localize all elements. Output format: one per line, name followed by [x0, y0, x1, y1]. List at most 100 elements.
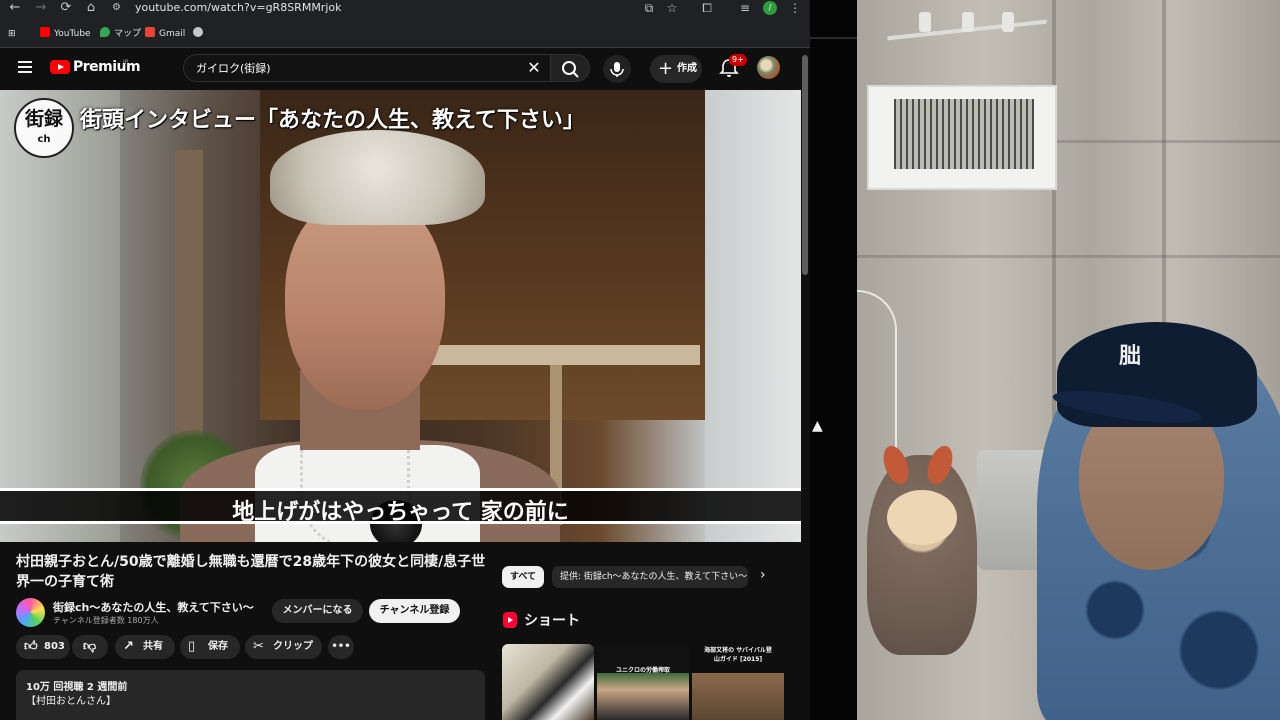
- clip-label: クリップ: [273, 641, 313, 652]
- like-count: 803: [44, 641, 65, 652]
- logo-text: Premium: [73, 59, 141, 75]
- watermark-text: 街録: [24, 108, 63, 130]
- channel-avatar[interactable]: [16, 598, 45, 627]
- shorts-icon: [503, 612, 517, 628]
- air-vent: [867, 85, 1057, 190]
- logo-region: JP: [123, 59, 129, 66]
- media-controls-icon[interactable]: ≡: [736, 0, 754, 16]
- short-caption: 海部又将の サバイバル登山ガイド [2015]: [704, 647, 772, 663]
- cable: [857, 290, 897, 450]
- reload-icon[interactable]: ⟳: [55, 0, 77, 16]
- create-button[interactable]: + 作成: [650, 55, 702, 83]
- webcam-feed: 朏: [857, 0, 1280, 720]
- maps-pin-icon: [100, 27, 110, 37]
- spotlight: [919, 12, 931, 32]
- bookmark-maps[interactable]: マップ: [100, 26, 141, 42]
- save-label: 保存: [208, 641, 228, 652]
- shorts-heading: ショート: [524, 613, 580, 629]
- chip-provider[interactable]: 提供: 街録ch〜あなたの人生、教えて下さい〜: [552, 566, 748, 588]
- bookmark-star-icon[interactable]: ☆: [663, 0, 681, 16]
- clear-search-icon[interactable]: ✕: [524, 58, 544, 78]
- voice-search-button[interactable]: [603, 55, 631, 83]
- description-text: 【村田おとんさん】: [26, 696, 116, 707]
- short-thumbnail-2[interactable]: ユニクロの労働搾取: [597, 644, 689, 720]
- bookmark-youtube[interactable]: YouTube: [40, 26, 91, 42]
- subtitle-band: 地上げがはやっちゃって 家の前に: [0, 488, 801, 525]
- short-thumbnail-3[interactable]: 海部又将の サバイバル登山ガイド [2015]: [692, 644, 784, 720]
- microphone-icon: [610, 62, 624, 77]
- share-arrow-icon: ↗: [123, 639, 134, 654]
- wall-joint: [857, 255, 1280, 258]
- subtitle-text: 地上げがはやっちゃって 家の前に: [232, 500, 569, 525]
- save-playlist-icon: ▯: [188, 639, 196, 654]
- plush-face: [887, 490, 957, 545]
- forward-arrow-icon[interactable]: →: [30, 0, 52, 16]
- video-overlay-title: 街頭インタビュー「あなたの人生、教えて下さい」: [80, 108, 585, 133]
- chip-all[interactable]: すべて: [502, 566, 545, 588]
- account-avatar[interactable]: [757, 56, 780, 79]
- back-arrow-icon[interactable]: ←: [4, 0, 26, 16]
- search-input[interactable]: ガイロク(街録) ✕: [183, 54, 551, 82]
- window-gap-line: [810, 37, 857, 39]
- short-thumbnail-1[interactable]: [502, 644, 594, 720]
- subscribe-button[interactable]: チャンネル登録: [369, 599, 460, 623]
- gmail-icon: [145, 27, 155, 37]
- youtube-play-icon: [50, 60, 70, 74]
- address-bar[interactable]: youtube.com/watch?v=gR8SRMMrjok: [135, 0, 342, 16]
- clip-button[interactable]: ✂ クリップ: [245, 635, 322, 659]
- video-person-face: [285, 195, 445, 410]
- plush-toy: [867, 455, 977, 655]
- browser-toolbar: ← → ⟳ ⌂ ⚙ youtube.com/watch?v=gR8SRMMrjo…: [0, 0, 810, 48]
- globe-icon: [193, 27, 203, 37]
- join-membership-button[interactable]: メンバーになる: [272, 599, 363, 623]
- bookmarks-bar: ⊞ YouTube マップ Gmail: [0, 22, 810, 46]
- bookmark-label: マップ: [114, 29, 142, 39]
- browser-menu-icon[interactable]: ⋮: [786, 0, 804, 16]
- apps-grid-icon[interactable]: ⊞: [8, 26, 16, 42]
- create-label: 作成: [677, 63, 697, 74]
- channel-watermark-logo: 街録 ch: [14, 98, 74, 158]
- video-scene-building: [0, 90, 120, 542]
- share-button[interactable]: ↗ 共有: [115, 635, 175, 659]
- home-icon[interactable]: ⌂: [80, 0, 102, 16]
- video-player[interactable]: 街録 ch 街頭インタビュー「あなたの人生、教えて下さい」 地上げがはやっちゃっ…: [0, 90, 801, 542]
- search-value: ガイロク(街録): [196, 62, 271, 75]
- youtube-icon: [40, 27, 50, 37]
- bookmark-gmail[interactable]: Gmail: [145, 26, 185, 42]
- share-label: 共有: [143, 641, 163, 652]
- thumbs-down-icon: 👎︎: [83, 639, 97, 654]
- description-box[interactable]: 10万 回視聴 2 週間前 【村田おとんさん】: [16, 670, 485, 720]
- profile-avatar[interactable]: /: [763, 1, 777, 15]
- bookmark-globe[interactable]: [193, 26, 207, 42]
- bookmark-label: YouTube: [54, 29, 91, 39]
- video-scene-wall: [705, 90, 801, 542]
- notification-badge: 9+: [729, 54, 747, 66]
- save-button[interactable]: ▯ 保存: [180, 635, 240, 659]
- install-app-icon[interactable]: ⧉: [640, 0, 658, 16]
- wall-joint: [1052, 140, 1280, 143]
- window-gap: [810, 0, 857, 720]
- page-scrollbar[interactable]: [802, 55, 808, 275]
- channel-name[interactable]: 街録ch〜あなたの人生、教えて下さい〜: [53, 599, 254, 615]
- spotlight: [1002, 12, 1014, 32]
- site-info-icon[interactable]: ⚙: [112, 2, 126, 14]
- menu-icon[interactable]: [18, 61, 32, 73]
- like-button[interactable]: 👍︎ 803: [16, 635, 70, 659]
- bookmark-label: Gmail: [159, 29, 186, 39]
- plus-icon: +: [658, 58, 674, 79]
- extensions-icon[interactable]: ⧠: [698, 0, 716, 16]
- scissors-icon: ✂: [253, 639, 264, 654]
- subscriber-count: チャンネル登録者数 180万人: [53, 616, 159, 625]
- watermark-subtext: ch: [37, 134, 51, 145]
- video-title: 村田親子おとん/50歳で離婚し無職も還暦で28歳年下の彼女と同棲/息子世界一の子…: [16, 554, 486, 590]
- cap-logo: 朏: [1119, 344, 1142, 369]
- youtube-header: Premium JP ガイロク(街録) ✕ + 作成 9+: [0, 48, 810, 90]
- more-actions-button[interactable]: •••: [328, 635, 354, 659]
- video-scene-bench: [430, 345, 700, 365]
- search-icon: [562, 61, 579, 78]
- views-and-date: 10万 回視聴 2 週間前: [26, 682, 128, 693]
- search-button[interactable]: [550, 54, 590, 82]
- spotlight: [962, 12, 974, 32]
- dislike-button[interactable]: 👎︎: [72, 635, 108, 659]
- chevron-right-icon[interactable]: ›: [760, 567, 766, 583]
